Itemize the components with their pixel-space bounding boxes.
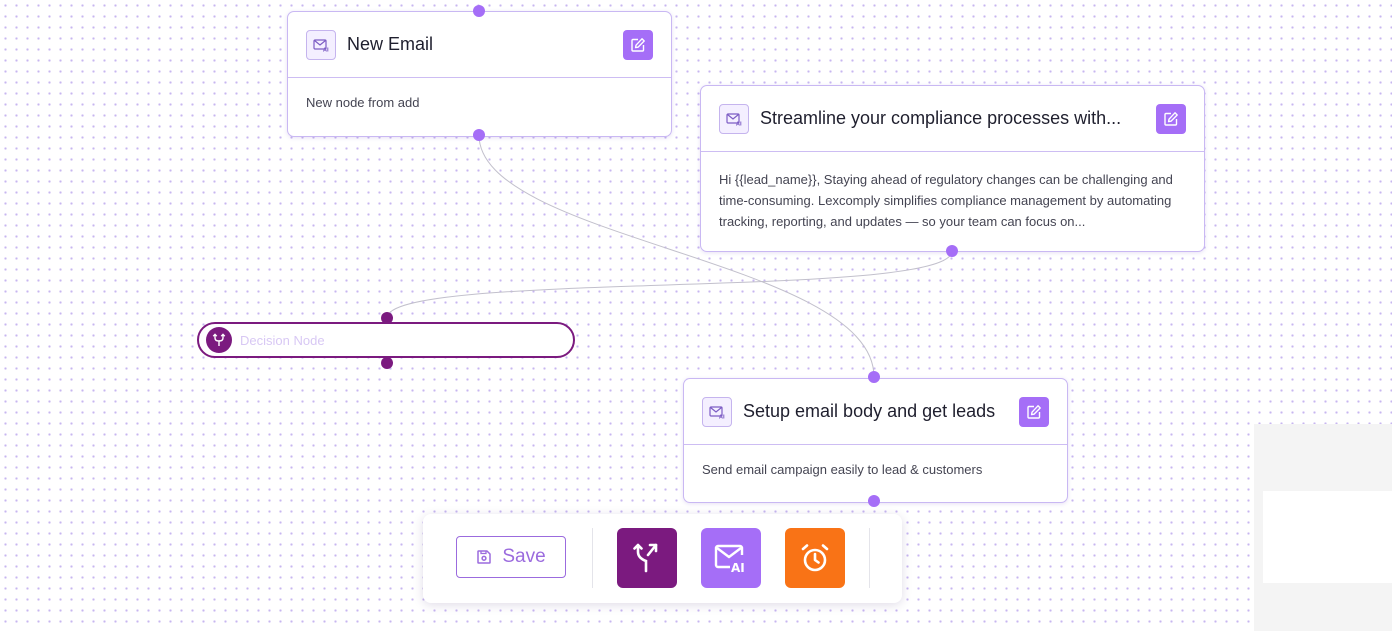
delay-tool-button[interactable] <box>785 528 845 588</box>
pencil-icon <box>631 37 645 52</box>
svg-text:AI: AI <box>719 414 725 419</box>
node-title: Setup email body and get leads <box>743 401 996 421</box>
side-panel-card <box>1263 491 1392 583</box>
mail-ai-icon: AI <box>719 103 749 134</box>
node-title: Streamline your compliance processes wit… <box>760 108 1122 128</box>
mail-ai-icon: AI <box>702 396 732 427</box>
edit-button[interactable] <box>623 29 653 60</box>
svg-text:AI: AI <box>736 121 742 126</box>
split-arrow-icon <box>206 327 232 353</box>
pencil-icon <box>1027 404 1041 419</box>
save-icon <box>477 550 492 564</box>
handle-top[interactable] <box>473 5 485 17</box>
handle-bottom[interactable] <box>868 495 880 507</box>
svg-text:AI: AI <box>323 47 329 52</box>
handle-bottom[interactable] <box>946 245 958 257</box>
save-label: Save <box>502 546 546 567</box>
divider <box>592 528 593 588</box>
divider <box>869 528 870 588</box>
toolbar: Save AI <box>423 514 902 603</box>
node-decision[interactable]: Decision Node <box>197 322 575 358</box>
handle-top[interactable] <box>868 371 880 383</box>
node-setup-email[interactable]: AI Setup email body and get leads Send e… <box>683 378 1068 503</box>
decision-label: Decision Node <box>240 332 325 348</box>
node-header: AI Streamline your compliance processes … <box>701 86 1204 152</box>
decision-tool-button[interactable] <box>617 528 677 588</box>
handle-bottom[interactable] <box>473 129 485 141</box>
node-body: Send email campaign easily to lead & cus… <box>702 462 983 477</box>
handle-top[interactable] <box>381 312 393 324</box>
handle-bottom[interactable] <box>381 357 393 369</box>
node-body: Hi {{lead_name}}, Staying ahead of regul… <box>719 172 1173 229</box>
node-header: AI Setup email body and get leads <box>684 379 1067 445</box>
node-new-email[interactable]: AI New Email New node from add <box>287 11 672 137</box>
workflow-canvas[interactable]: AI New Email New node from add AI Stream… <box>0 0 1392 631</box>
ai-email-tool-button[interactable]: AI <box>701 528 761 588</box>
node-header: AI New Email <box>288 12 671 78</box>
alarm-clock-icon <box>801 544 829 572</box>
node-title: New Email <box>347 34 434 54</box>
edge-compliance-to-decision <box>386 250 953 319</box>
pencil-icon <box>1164 111 1178 126</box>
node-body: New node from add <box>306 95 420 110</box>
split-arrow-icon <box>633 543 658 573</box>
save-button[interactable]: Save <box>456 536 566 578</box>
mail-ai-icon: AI <box>306 29 336 60</box>
edit-button[interactable] <box>1019 396 1049 427</box>
node-compliance-email[interactable]: AI Streamline your compliance processes … <box>700 85 1205 252</box>
svg-text:AI: AI <box>731 561 745 573</box>
mail-ai-icon: AI <box>714 544 745 573</box>
edit-button[interactable] <box>1156 103 1186 134</box>
